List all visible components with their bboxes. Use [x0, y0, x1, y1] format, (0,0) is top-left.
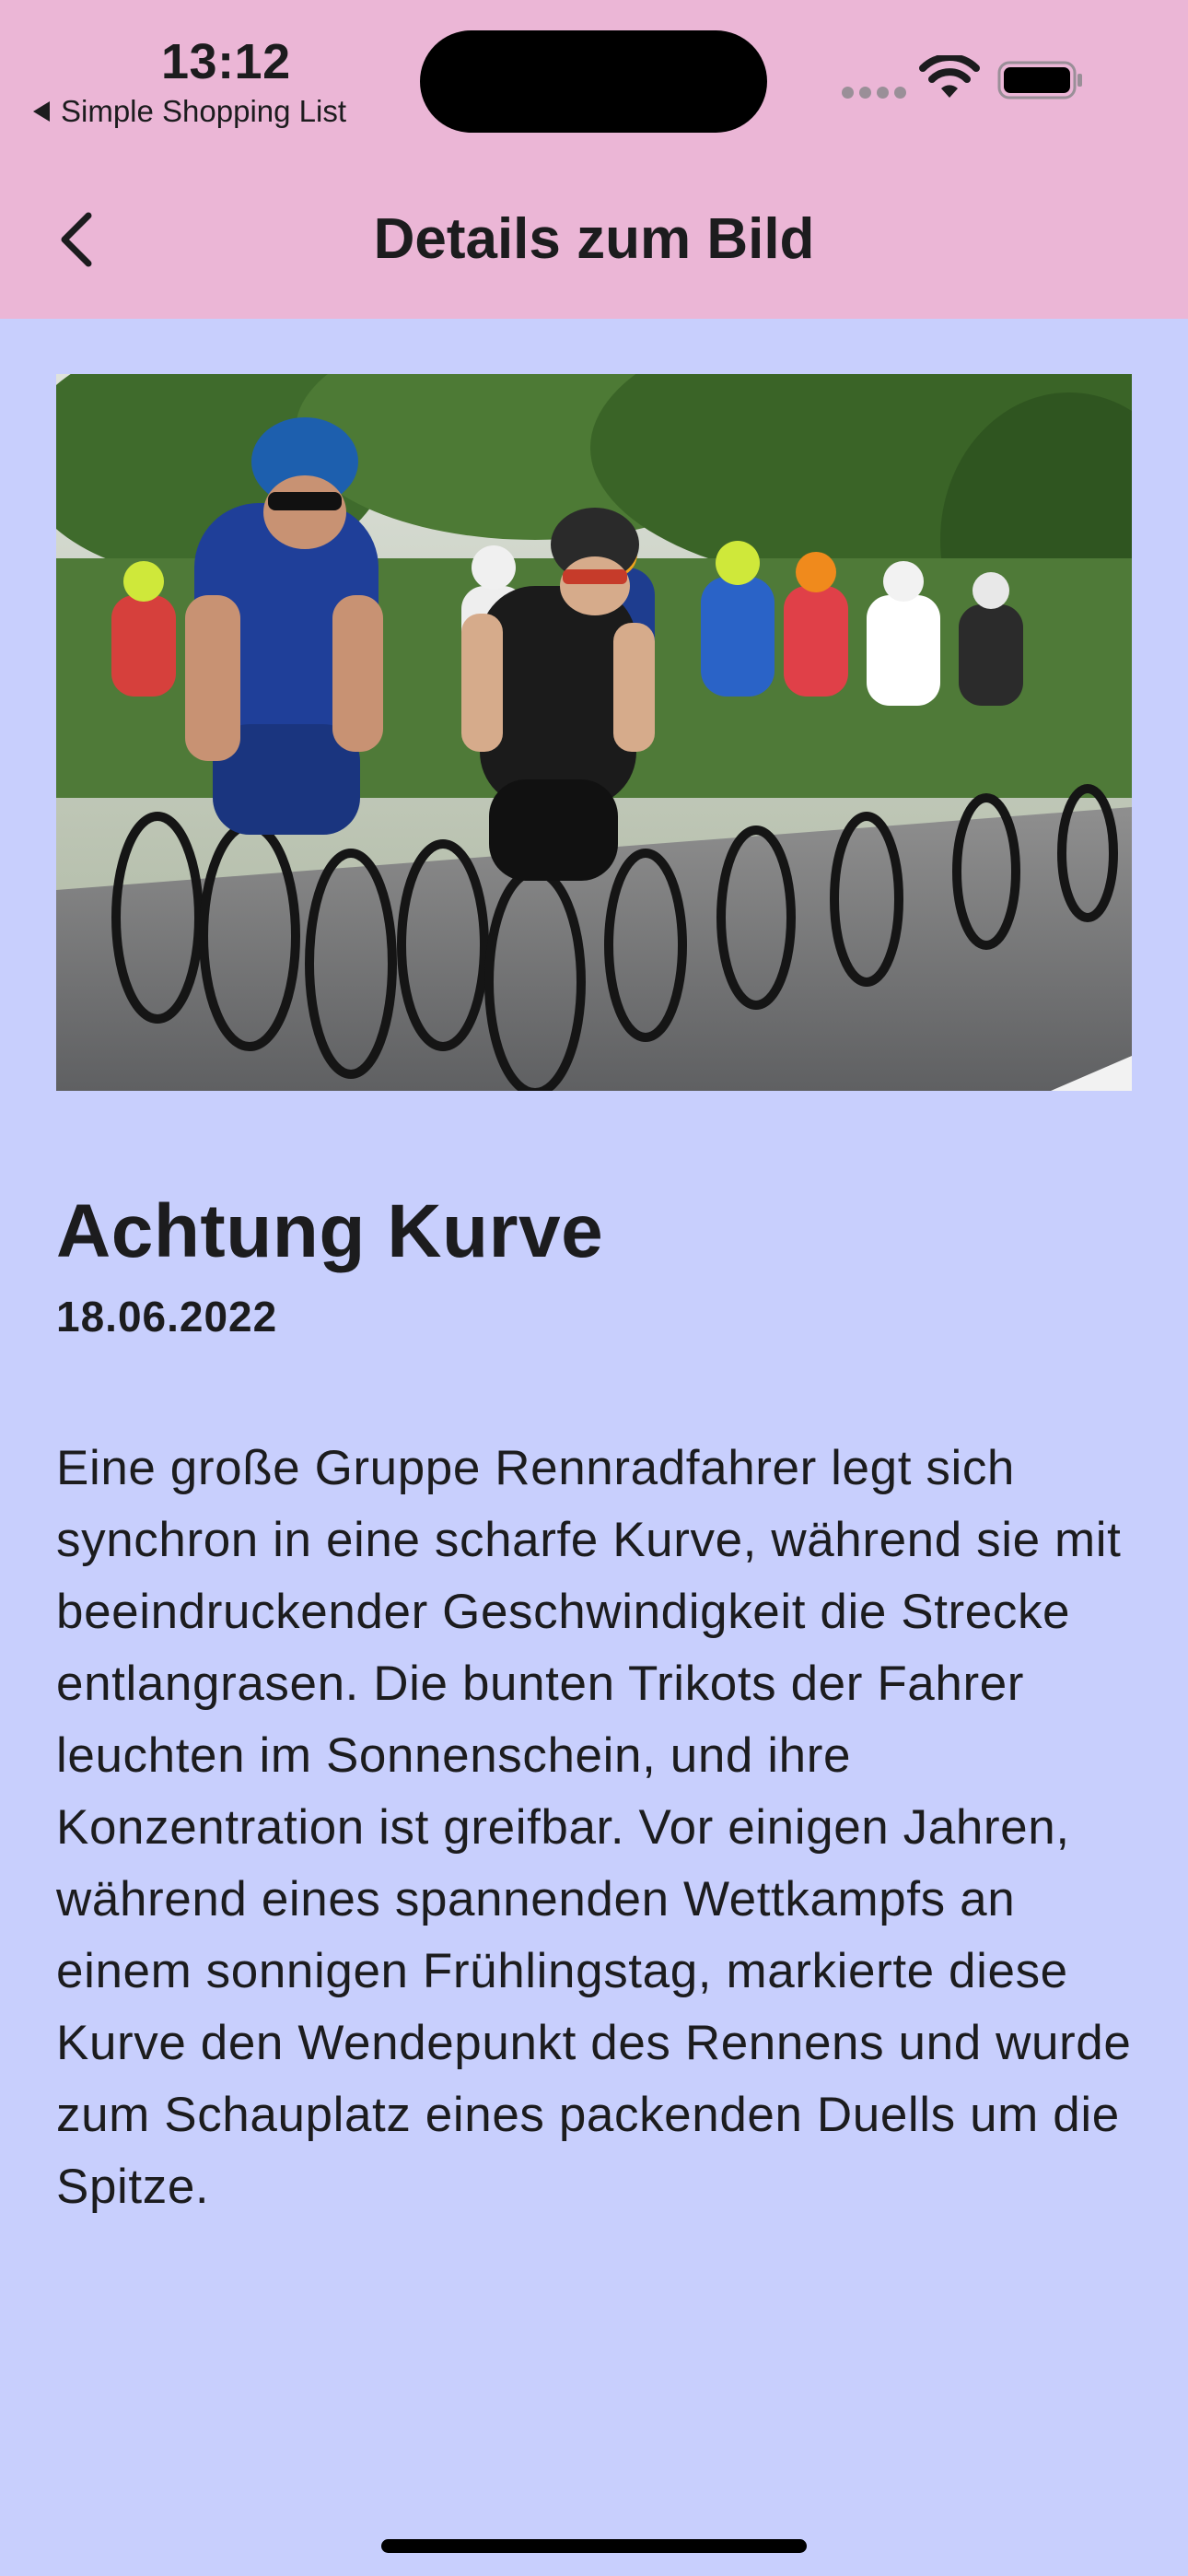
cellular-signal-icon: [842, 87, 906, 99]
dynamic-island: [420, 30, 767, 133]
image-description: Eine große Gruppe Rennradfahrer legt sic…: [56, 1441, 1132, 2214]
battery-icon: [997, 61, 1082, 100]
home-indicator[interactable]: [381, 2539, 807, 2553]
image-date: 18.06.2022: [56, 1293, 278, 1341]
back-to-app-link[interactable]: Simple Shopping List: [33, 94, 346, 129]
back-to-app-label: Simple Shopping List: [61, 94, 347, 128]
cycling-photo: [56, 374, 1132, 1091]
back-triangle-icon: [33, 101, 50, 122]
image-title: Achtung Kurve: [56, 1189, 604, 1273]
wifi-icon: [919, 55, 980, 98]
status-time: 13:12: [161, 34, 291, 89]
screen: 13:12 Simple Shopping List Details zum B…: [0, 0, 1188, 2576]
header-bar: 13:12 Simple Shopping List Details zum B…: [0, 0, 1188, 319]
page-title: Details zum Bild: [373, 207, 815, 271]
